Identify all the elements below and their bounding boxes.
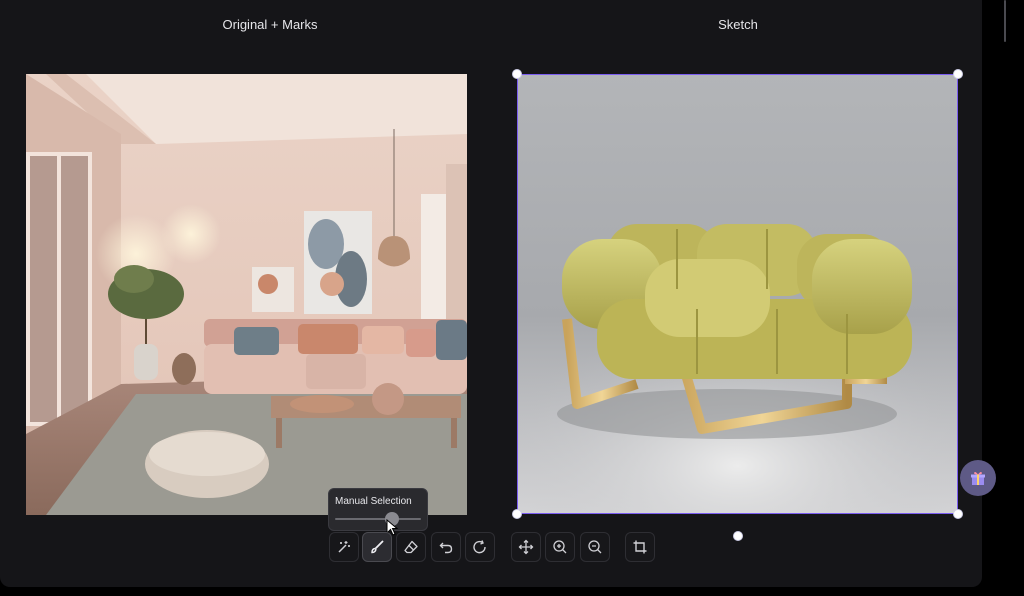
editor-panel: Original + Marks Sketch Manual Selection bbox=[0, 0, 982, 587]
left-panel-title: Original + Marks bbox=[222, 17, 318, 32]
living-room-photo bbox=[26, 74, 467, 515]
magic-select-button[interactable] bbox=[329, 532, 359, 562]
eraser-icon bbox=[404, 540, 418, 554]
gift-icon bbox=[971, 472, 985, 485]
brush-icon bbox=[371, 540, 384, 554]
eraser-button[interactable] bbox=[396, 532, 426, 562]
manual-selection-label: Manual Selection bbox=[335, 496, 412, 507]
original-image[interactable] bbox=[26, 74, 467, 515]
resize-handle-bottom-left[interactable] bbox=[512, 509, 522, 519]
sketch-image[interactable] bbox=[517, 74, 958, 514]
move-button[interactable] bbox=[511, 532, 541, 562]
undo-icon bbox=[439, 542, 453, 554]
resize-handle-top-left[interactable] bbox=[512, 69, 522, 79]
wand-icon bbox=[338, 541, 350, 553]
zoom-out-button[interactable] bbox=[580, 532, 610, 562]
scrollbar[interactable] bbox=[1004, 0, 1006, 42]
right-panel-title: Sketch bbox=[718, 17, 758, 32]
rotate-handle[interactable] bbox=[733, 531, 743, 541]
gift-button[interactable] bbox=[960, 460, 996, 496]
zoom-in-icon bbox=[553, 540, 567, 554]
redo-icon bbox=[473, 540, 486, 554]
armchair-render bbox=[517, 74, 958, 514]
move-icon bbox=[518, 539, 534, 555]
crop-button[interactable] bbox=[625, 532, 655, 562]
redo-button[interactable] bbox=[465, 532, 495, 562]
brush-size-slider[interactable] bbox=[335, 518, 421, 520]
brush-button[interactable] bbox=[362, 532, 392, 562]
zoom-in-button[interactable] bbox=[545, 532, 575, 562]
manual-selection-popover: Manual Selection bbox=[328, 488, 428, 536]
crop-icon bbox=[633, 540, 647, 554]
resize-handle-bottom-right[interactable] bbox=[953, 509, 963, 519]
resize-handle-top-right[interactable] bbox=[953, 69, 963, 79]
undo-button[interactable] bbox=[431, 532, 461, 562]
zoom-out-icon bbox=[588, 540, 602, 554]
